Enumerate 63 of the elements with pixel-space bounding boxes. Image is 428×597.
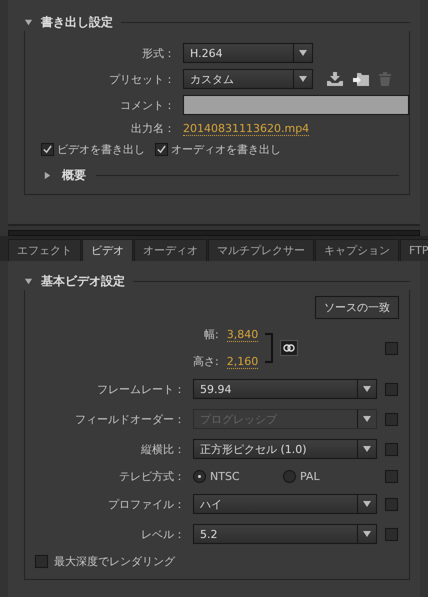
dropdown[interactable]: ハイ: [193, 494, 377, 514]
checkbox[interactable]: [385, 442, 398, 456]
section-title: 書き出し設定: [41, 14, 113, 31]
field-label: テレビ方式：: [118, 469, 185, 484]
checkbox-label: オーディオを書き出し: [171, 142, 281, 157]
field-label: レベル：: [140, 526, 185, 542]
dropdown-arrow-icon[interactable]: [363, 386, 371, 392]
radio-button[interactable]: [193, 470, 206, 483]
dropdown-arrow-icon[interactable]: [363, 501, 371, 507]
dropdown[interactable]: 59.94: [193, 379, 377, 399]
checkbox[interactable]: [385, 342, 398, 354]
field-label: プリセット：: [108, 72, 175, 86]
height-value[interactable]: 2,160: [226, 355, 258, 369]
scrollbar[interactable]: [8, 230, 420, 236]
dropdown-arrow-icon[interactable]: [363, 416, 371, 422]
dropdown[interactable]: 正方形ピクセル (1.0): [193, 439, 377, 459]
dropdown-arrow-icon[interactable]: [299, 50, 307, 56]
tab[interactable]: ビデオ: [82, 239, 133, 261]
dropdown[interactable]: H.264: [183, 43, 313, 63]
field-label: プロファイル：: [107, 496, 185, 512]
tab[interactable]: マルチプレクサー: [208, 239, 314, 261]
bracket-icon: [264, 333, 274, 363]
comment-field[interactable]: [183, 95, 409, 115]
checkbox-label: ビデオを書き出し: [57, 142, 145, 157]
checkbox[interactable]: [385, 528, 398, 540]
field-label: 出力名：: [130, 121, 175, 136]
checkbox[interactable]: [155, 143, 168, 156]
field-label: 形式：: [141, 46, 175, 60]
dropdown-arrow-icon[interactable]: [299, 76, 307, 82]
radio-button[interactable]: [283, 470, 296, 483]
field-label: 縦横比：: [140, 442, 185, 456]
width-value[interactable]: 3,840: [226, 328, 258, 342]
checkbox[interactable]: [35, 555, 48, 568]
dropdown[interactable]: 5.2: [193, 524, 377, 544]
tab[interactable]: FTP: [400, 239, 428, 261]
expanded-triangle-icon[interactable]: [24, 18, 33, 27]
checkbox-label: 最大深度でレンダリング: [54, 554, 175, 569]
collapsed-triangle-icon[interactable]: [43, 171, 52, 180]
field-label: コメント：: [119, 98, 175, 112]
field-label: 幅:: [203, 327, 219, 342]
checkbox[interactable]: [41, 143, 54, 156]
expanded-triangle-icon[interactable]: [24, 277, 33, 286]
checkbox[interactable]: [385, 498, 398, 510]
radio-label: PAL: [300, 470, 320, 483]
dropdown-arrow-icon[interactable]: [363, 446, 371, 452]
radio-label: NTSC: [210, 470, 240, 483]
tab[interactable]: オーディオ: [134, 239, 207, 261]
output-name-link[interactable]: 20140831113620.mp4: [183, 122, 310, 136]
checkbox[interactable]: [385, 382, 398, 396]
field-label: フィールドオーダー：: [74, 412, 185, 426]
link-chain-icon[interactable]: [280, 340, 298, 356]
section-title: 基本ビデオ設定: [41, 273, 125, 290]
field-label: 高さ:: [193, 354, 219, 369]
field-label: フレームレート：: [96, 382, 185, 396]
tab[interactable]: キャプション: [315, 239, 399, 261]
dropdown[interactable]: カスタム: [183, 69, 313, 89]
dropdown-arrow-icon[interactable]: [363, 531, 371, 537]
section-title: 概要: [62, 167, 86, 184]
download-icon[interactable]: [327, 72, 343, 86]
match-source-button[interactable]: ソースの一致: [315, 296, 399, 319]
folder-import-icon[interactable]: [353, 72, 369, 86]
tab[interactable]: エフェクト: [8, 239, 81, 261]
checkbox[interactable]: [385, 470, 398, 483]
